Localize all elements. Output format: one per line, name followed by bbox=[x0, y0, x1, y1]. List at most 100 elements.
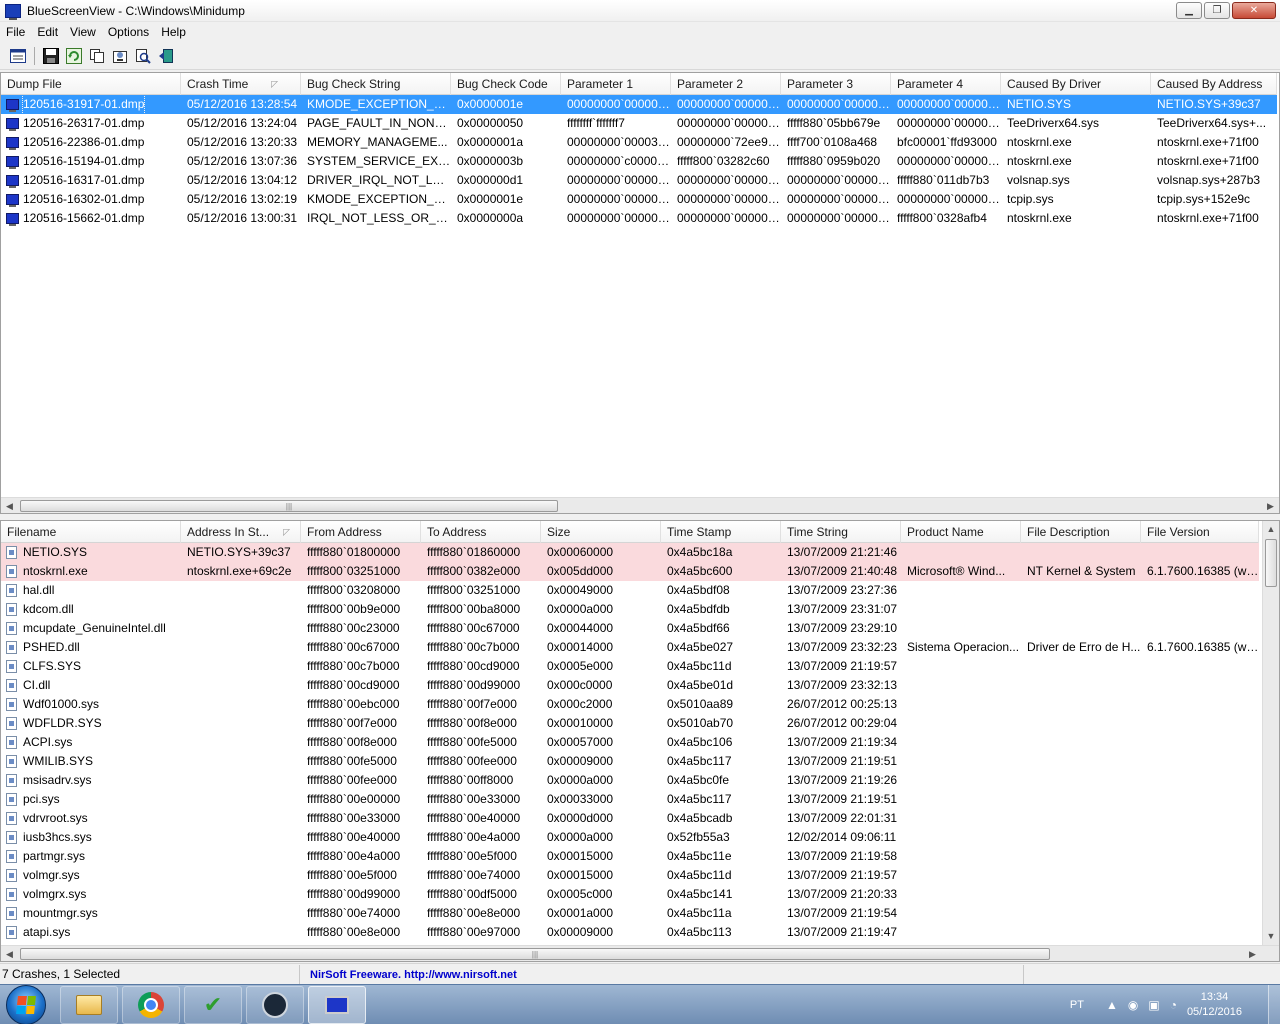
column-header-label: Dump File bbox=[7, 77, 62, 91]
show-hidden-icons-icon[interactable]: ▲ bbox=[1106, 998, 1118, 1012]
table-row[interactable]: vdrvroot.sys fffff880`00e33000 fffff880`00… bbox=[1, 809, 1259, 828]
close-button[interactable]: ✕ bbox=[1232, 2, 1276, 19]
table-cell: 0x4a5bc11a bbox=[667, 906, 732, 920]
crash-list-hscrollbar[interactable]: ◀ ||| ▶ bbox=[1, 497, 1279, 513]
column-header[interactable]: Time Stamp bbox=[661, 521, 781, 543]
table-row[interactable]: CLFS.SYS fffff880`00c7b000 fffff880`00cd90… bbox=[1, 657, 1259, 676]
column-header[interactable]: Product Name bbox=[901, 521, 1021, 543]
properties-icon[interactable] bbox=[8, 46, 28, 66]
table-row[interactable]: ntoskrnl.exe ntoskrnl.exe+69c2e fffff800`0… bbox=[1, 562, 1259, 581]
table-row[interactable]: partmgr.sys fffff880`00e4a000 fffff880`00e… bbox=[1, 847, 1259, 866]
start-button[interactable] bbox=[6, 984, 46, 1024]
show-desktop-button[interactable] bbox=[1268, 985, 1280, 1024]
table-row[interactable]: CI.dll fffff880`00cd9000 fffff880`00d99000… bbox=[1, 676, 1259, 695]
table-row[interactable]: pci.sys fffff880`00e00000 fffff880`00e3300… bbox=[1, 790, 1259, 809]
column-header[interactable]: Address In St... ◸ bbox=[181, 521, 301, 543]
table-row[interactable]: hal.dll fffff800`03208000 fffff800`0325100… bbox=[1, 581, 1259, 600]
column-header[interactable]: To Address bbox=[421, 521, 541, 543]
column-header[interactable]: Bug Check Code bbox=[451, 73, 561, 95]
taskbar-explorer[interactable] bbox=[60, 985, 118, 1024]
column-header[interactable]: Size bbox=[541, 521, 661, 543]
driver-list-vscrollbar[interactable]: ▲ ▼ bbox=[1262, 521, 1279, 945]
table-cell bbox=[1021, 619, 1141, 638]
column-header[interactable]: Parameter 1 bbox=[561, 73, 671, 95]
scroll-left-arrow[interactable]: ◀ bbox=[1, 946, 18, 961]
table-row[interactable]: iusb3hcs.sys fffff880`00e40000 fffff880`00… bbox=[1, 828, 1259, 847]
scroll-thumb[interactable]: ||| bbox=[20, 948, 1050, 960]
column-header[interactable]: Filename bbox=[1, 521, 181, 543]
maximize-button[interactable]: ❐ bbox=[1204, 2, 1230, 19]
network-icon[interactable]: ▣ bbox=[1148, 998, 1159, 1012]
taskbar-chrome[interactable] bbox=[122, 985, 180, 1024]
scroll-right-arrow[interactable]: ▶ bbox=[1244, 946, 1261, 961]
menu-options[interactable]: Options bbox=[102, 22, 155, 42]
volume-icon[interactable]: ◔ bbox=[1170, 998, 1177, 1012]
dump-file-icon bbox=[6, 156, 19, 169]
column-header[interactable]: Caused By Driver bbox=[1001, 73, 1151, 95]
refresh-icon[interactable] bbox=[64, 46, 84, 66]
table-row[interactable]: volmgrx.sys fffff880`00d99000 fffff880`00d… bbox=[1, 885, 1259, 904]
scroll-thumb[interactable]: ||| bbox=[20, 500, 558, 512]
driver-list-hscrollbar[interactable]: ◀ ||| ▶ bbox=[1, 945, 1279, 961]
avast-icon[interactable]: ◉ bbox=[1128, 998, 1138, 1012]
taskbar-bluescreenview[interactable] bbox=[308, 985, 366, 1024]
save-icon[interactable] bbox=[41, 46, 61, 66]
table-row[interactable]: 120516-26317-01.dmp 05/12/2016 13:24:04 PA… bbox=[1, 114, 1277, 133]
table-cell bbox=[181, 695, 301, 714]
scroll-thumb-vertical[interactable] bbox=[1265, 539, 1277, 587]
scroll-left-arrow[interactable]: ◀ bbox=[1, 498, 18, 513]
table-row[interactable]: atapi.sys fffff880`00e8e000 fffff880`00e97… bbox=[1, 923, 1259, 942]
table-row[interactable]: msisadrv.sys fffff880`00fee000 fffff880`00… bbox=[1, 771, 1259, 790]
table-row[interactable]: 120516-31917-01.dmp 05/12/2016 13:28:54 KM… bbox=[1, 95, 1277, 114]
column-header[interactable]: Dump File bbox=[1, 73, 181, 95]
menu-file[interactable]: File bbox=[0, 22, 31, 42]
table-row[interactable]: WMILIB.SYS fffff880`00fe5000 fffff880`00fe… bbox=[1, 752, 1259, 771]
copy-icon[interactable] bbox=[87, 46, 107, 66]
column-header[interactable]: Parameter 4 bbox=[891, 73, 1001, 95]
table-row[interactable]: mountmgr.sys fffff880`00e74000 fffff880`00… bbox=[1, 904, 1259, 923]
column-header[interactable]: Parameter 3 bbox=[781, 73, 891, 95]
scroll-right-arrow[interactable]: ▶ bbox=[1262, 498, 1279, 513]
cell-text: CI.dll bbox=[23, 678, 51, 692]
find-icon[interactable] bbox=[133, 46, 153, 66]
table-row[interactable]: 120516-16302-01.dmp 05/12/2016 13:02:19 KM… bbox=[1, 190, 1277, 209]
nirsoft-link[interactable]: NirSoft Freeware. http://www.nirsoft.net bbox=[302, 969, 517, 981]
column-header[interactable]: File Version bbox=[1141, 521, 1259, 543]
table-row[interactable]: 120516-22386-01.dmp 05/12/2016 13:20:33 ME… bbox=[1, 133, 1277, 152]
table-cell: 13/07/2009 21:19:58 bbox=[787, 849, 898, 863]
advanced-options-icon[interactable] bbox=[110, 46, 130, 66]
column-header-label: Product Name bbox=[907, 525, 984, 539]
table-row[interactable]: Wdf01000.sys fffff880`00ebc000 fffff880`00… bbox=[1, 695, 1259, 714]
minimize-button[interactable]: ▁ bbox=[1176, 2, 1202, 19]
table-row[interactable]: mcupdate_GenuineIntel.dll fffff880`00c230… bbox=[1, 619, 1259, 638]
taskbar-checkmark-app[interactable]: ✔ bbox=[184, 985, 242, 1024]
menu-edit[interactable]: Edit bbox=[31, 22, 64, 42]
column-header[interactable]: Parameter 2 bbox=[671, 73, 781, 95]
column-header[interactable]: From Address bbox=[301, 521, 421, 543]
clock[interactable]: 13:34 05/12/2016 bbox=[1187, 990, 1242, 1020]
table-row[interactable]: 120516-15194-01.dmp 05/12/2016 13:07:36 SY… bbox=[1, 152, 1277, 171]
table-row[interactable]: WDFLDR.SYS fffff880`00f7e000 fffff880`00f8… bbox=[1, 714, 1259, 733]
column-header[interactable]: Bug Check String bbox=[301, 73, 451, 95]
table-cell: fffff880`00e4a000 bbox=[307, 849, 401, 863]
table-row[interactable]: PSHED.dll fffff880`00c67000 fffff880`00c7b… bbox=[1, 638, 1259, 657]
menu-help[interactable]: Help bbox=[155, 22, 192, 42]
exit-icon[interactable] bbox=[156, 46, 176, 66]
column-header[interactable]: File Description bbox=[1021, 521, 1141, 543]
table-cell: 0x0000001e bbox=[457, 97, 524, 111]
scroll-down-arrow[interactable]: ▼ bbox=[1263, 928, 1279, 945]
column-header[interactable]: Crash Time ◸ bbox=[181, 73, 301, 95]
table-row[interactable]: ACPI.sys fffff880`00f8e000 fffff880`00fe50… bbox=[1, 733, 1259, 752]
column-header[interactable]: Caused By Address bbox=[1151, 73, 1277, 95]
menu-view[interactable]: View bbox=[64, 22, 102, 42]
table-row[interactable]: NETIO.SYS NETIO.SYS+39c37 fffff880`0180000… bbox=[1, 543, 1259, 562]
table-cell: TeeDriverx64.sys bbox=[1007, 116, 1100, 130]
table-row[interactable]: 120516-15662-01.dmp 05/12/2016 13:00:31 IR… bbox=[1, 209, 1277, 228]
table-row[interactable]: volmgr.sys fffff880`00e5f000 fffff880`00e7… bbox=[1, 866, 1259, 885]
scroll-up-arrow[interactable]: ▲ bbox=[1263, 521, 1279, 538]
taskbar-steam[interactable] bbox=[246, 985, 304, 1024]
table-row[interactable]: 120516-16317-01.dmp 05/12/2016 13:04:12 DR… bbox=[1, 171, 1277, 190]
language-indicator[interactable]: PT bbox=[1070, 999, 1084, 1011]
column-header[interactable]: Time String bbox=[781, 521, 901, 543]
table-row[interactable]: kdcom.dll fffff800`00b9e000 fffff800`00ba8… bbox=[1, 600, 1259, 619]
